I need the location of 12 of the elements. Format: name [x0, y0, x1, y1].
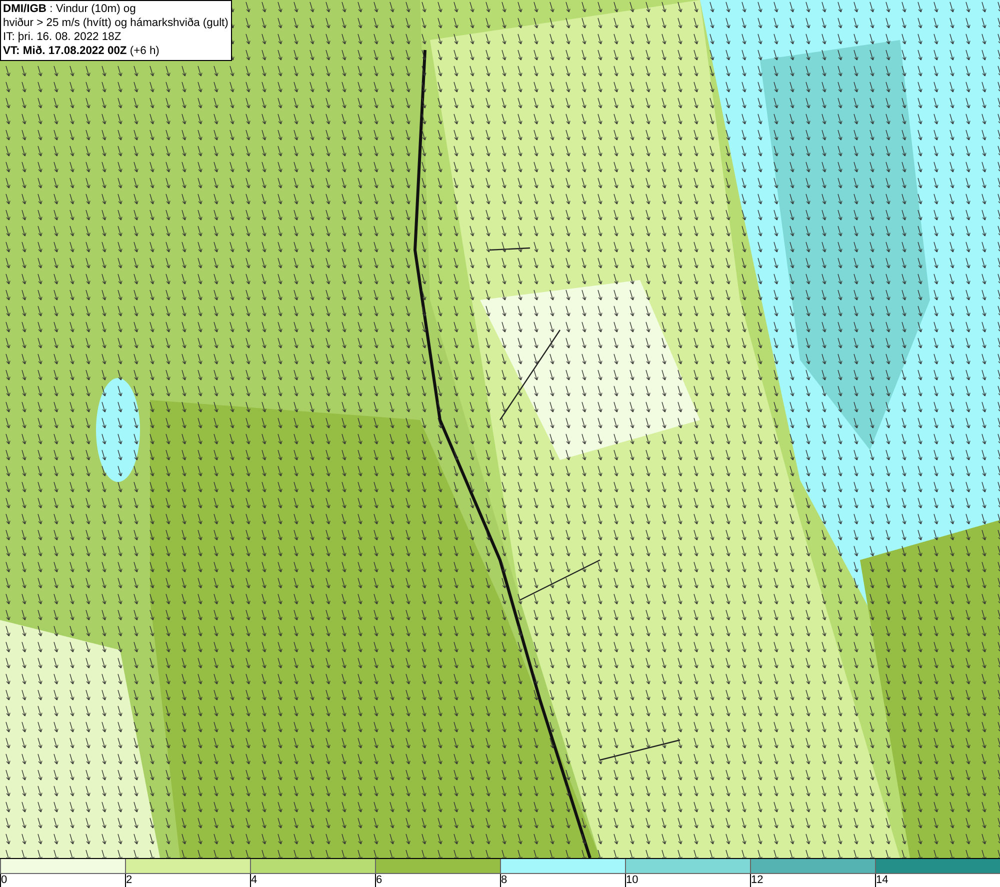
- title-line: VT: Mið. 17.08.2022 00Z (+6 h): [3, 44, 160, 58]
- legend-label: 0: [1, 874, 8, 886]
- legend-label: 6: [376, 874, 382, 886]
- legend-label: 8: [501, 874, 508, 886]
- legend-label: 12: [751, 874, 764, 886]
- title-line: IT: þri. 16. 08. 2022 18Z: [3, 30, 122, 44]
- legend-label: 4: [251, 874, 258, 886]
- legend-label: 14: [876, 874, 888, 886]
- title-line: hviður > 25 m/s (hvítt) og hámarkshviða (gult): [3, 16, 228, 30]
- legend-label: 10: [626, 874, 638, 886]
- title-line: DMI/IGB : Vindur (10m) og: [3, 2, 137, 16]
- legend-label: 2: [126, 874, 132, 886]
